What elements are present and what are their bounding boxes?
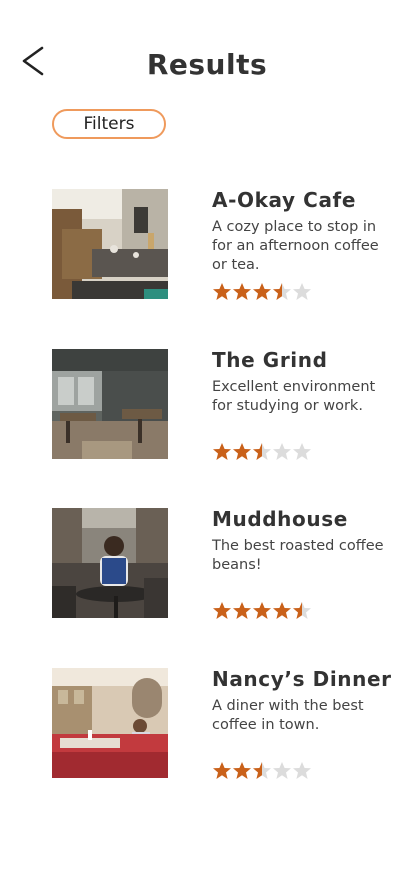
result-description: The best roasted coffee beans! — [212, 538, 384, 573]
star-half-icon — [273, 283, 291, 300]
cafe-thumbnail — [52, 349, 168, 459]
star-half-icon — [293, 602, 311, 619]
page-title: Results — [146, 48, 268, 81]
star-filled-icon — [213, 443, 231, 460]
star-filled-icon — [233, 283, 251, 300]
result-description: A cozy place to stop in for an afternoon… — [212, 219, 379, 273]
result-description: A diner with the best coffee in town. — [212, 698, 364, 733]
star-filled-icon — [253, 602, 271, 619]
star-empty-icon — [293, 762, 311, 779]
cafe-thumbnail — [52, 508, 168, 618]
star-filled-icon — [253, 283, 271, 300]
filters-button[interactable]: Filters — [52, 109, 166, 139]
star-empty-icon — [273, 443, 291, 460]
star-empty-icon — [293, 443, 311, 460]
cafe-thumbnail — [52, 668, 168, 778]
result-card[interactable]: A-Okay Cafe A cozy place to stop in for … — [52, 188, 397, 302]
star-filled-icon — [233, 443, 251, 460]
star-rating — [212, 601, 312, 621]
star-rating — [212, 761, 312, 781]
star-filled-icon — [233, 602, 251, 619]
star-filled-icon — [273, 602, 291, 619]
star-rating — [212, 282, 312, 302]
star-filled-icon — [213, 602, 231, 619]
star-filled-icon — [233, 762, 251, 779]
star-half-icon — [253, 443, 271, 460]
result-description: Excellent environment for studying or wo… — [212, 379, 376, 414]
star-rating — [212, 442, 312, 462]
result-name: A-Okay Cafe — [212, 188, 357, 212]
cafe-thumbnail — [52, 189, 168, 299]
result-name: Nancy’s Dinner — [212, 667, 392, 691]
star-filled-icon — [213, 762, 231, 779]
star-filled-icon — [213, 283, 231, 300]
star-empty-icon — [293, 283, 311, 300]
result-card[interactable]: Muddhouse The best roasted coffee beans! — [52, 507, 397, 621]
star-empty-icon — [273, 762, 291, 779]
result-name: The Grind — [212, 348, 328, 372]
star-half-icon — [253, 762, 271, 779]
result-card[interactable]: Nancy’s Dinner A diner with the best cof… — [52, 667, 397, 781]
result-card[interactable]: The Grind Excellent environment for stud… — [52, 348, 397, 462]
result-name: Muddhouse — [212, 507, 348, 531]
